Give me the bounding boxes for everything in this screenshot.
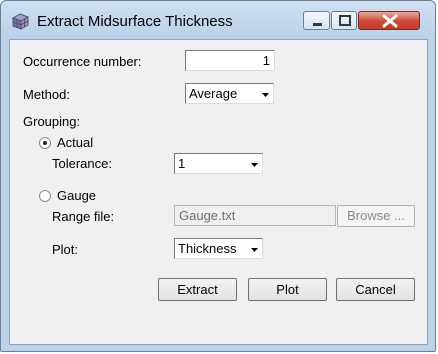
plot-select[interactable]: Thickness bbox=[174, 238, 263, 259]
gauge-label[interactable]: Gauge bbox=[57, 188, 96, 204]
chevron-down-icon[interactable] bbox=[248, 240, 261, 257]
plot-value: Thickness bbox=[178, 241, 237, 256]
occurrence-label: Occurrence number: bbox=[23, 54, 142, 69]
dialog-window: Extract Midsurface Thickness Occurrence … bbox=[0, 0, 436, 352]
grid-icon bbox=[11, 13, 30, 30]
actual-radio[interactable] bbox=[39, 137, 51, 149]
minimize-button[interactable] bbox=[303, 11, 330, 30]
method-label: Method: bbox=[23, 87, 70, 102]
cancel-button[interactable]: Cancel bbox=[336, 278, 415, 301]
gauge-radio[interactable] bbox=[39, 190, 51, 202]
radio-selected-dot bbox=[43, 141, 47, 145]
close-icon bbox=[382, 14, 398, 28]
chevron-down-icon[interactable] bbox=[259, 85, 272, 102]
extract-button[interactable]: Extract bbox=[158, 278, 237, 301]
plot-button[interactable]: Plot bbox=[248, 278, 327, 301]
occurrence-input[interactable]: 1 bbox=[185, 50, 275, 71]
window-title: Extract Midsurface Thickness bbox=[37, 13, 233, 30]
chevron-down-icon[interactable] bbox=[248, 155, 261, 172]
method-select[interactable]: Average bbox=[185, 83, 274, 104]
tolerance-label: Tolerance: bbox=[52, 156, 112, 171]
dialog-body: Occurrence number: 1 Method: Average Gro… bbox=[9, 39, 428, 345]
tolerance-value: 1 bbox=[178, 156, 186, 171]
grouping-label: Grouping: bbox=[23, 114, 81, 129]
maximize-button[interactable] bbox=[331, 11, 357, 30]
actual-label[interactable]: Actual bbox=[57, 135, 93, 151]
range-file-input[interactable]: Gauge.txt bbox=[174, 205, 336, 226]
tolerance-select[interactable]: 1 bbox=[174, 153, 263, 174]
maximize-icon bbox=[339, 15, 351, 26]
browse-button[interactable]: Browse ... bbox=[337, 205, 415, 227]
method-value: Average bbox=[189, 86, 238, 101]
plot-label: Plot: bbox=[52, 242, 79, 257]
close-button[interactable] bbox=[358, 11, 420, 30]
title-bar[interactable]: Extract Midsurface Thickness bbox=[1, 1, 435, 39]
range-file-label: Range file: bbox=[52, 209, 115, 224]
minimize-icon bbox=[313, 23, 322, 26]
